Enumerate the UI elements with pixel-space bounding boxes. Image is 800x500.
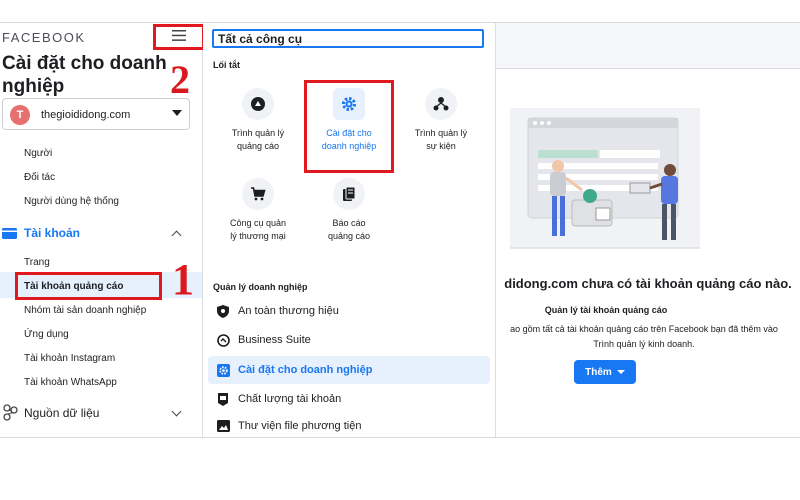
media-library-icon xyxy=(216,419,230,433)
sidebar-item-business-asset-groups[interactable]: Nhóm tài sản doanh nghiệp xyxy=(24,305,146,316)
no-ad-accounts-message: didong.com chưa có tài khoản quảng cáo n… xyxy=(504,276,792,291)
tool-label-line1: Công cụ quản xyxy=(229,218,287,228)
shield-icon xyxy=(216,304,230,318)
tool-label-line1: Trình quản lý xyxy=(231,128,285,138)
sidebar-item-people[interactable]: Người xyxy=(24,148,52,159)
tool-events-manager[interactable]: Trình quản lý sự kiện xyxy=(401,88,481,153)
reports-icon xyxy=(333,178,365,210)
tool-ads-reporting[interactable]: Báo cáo quảng cáo xyxy=(309,178,389,243)
shortcuts-heading: Lối tắt xyxy=(213,60,240,70)
add-button[interactable]: Thêm xyxy=(574,360,636,384)
sidebar-section-data-sources[interactable]: Nguồn dữ liệu xyxy=(24,406,99,420)
list-item-label: An toàn thương hiệu xyxy=(238,305,339,317)
annotation-number-2: 2 xyxy=(170,57,190,102)
caret-down-icon xyxy=(616,370,625,374)
tool-label-line2: quảng cáo xyxy=(236,141,280,151)
wallet-icon xyxy=(2,226,17,244)
events-manager-icon xyxy=(425,88,457,120)
list-item-label: Business Suite xyxy=(238,334,311,346)
sidebar-item-pages[interactable]: Trang xyxy=(24,257,50,268)
ad-accounts-subheading: Quản lý tài khoản quảng cáo xyxy=(544,305,668,315)
sidebar-item-system-users[interactable]: Người dùng hệ thống xyxy=(24,196,119,207)
sidebar-title: Cài đặt cho doanh nghiệp xyxy=(2,53,167,97)
sidebar-item-instagram-accounts[interactable]: Tài khoản Instagram xyxy=(24,353,115,364)
tool-label-line1: Báo cáo xyxy=(332,218,366,228)
tool-label-line2: lý thương mại xyxy=(230,231,286,241)
chevron-down-icon[interactable] xyxy=(172,110,182,116)
account-quality-icon xyxy=(216,392,230,406)
tool-commerce-manager[interactable]: Công cụ quản lý thương mại xyxy=(218,178,298,243)
frame-bottom-border xyxy=(0,437,800,438)
list-item-brand-safety[interactable]: An toàn thương hiệu xyxy=(208,297,490,325)
list-item-media-library[interactable]: Thư viện file phương tiện xyxy=(208,415,490,437)
hamburger-menu-button[interactable] xyxy=(153,24,205,50)
avatar: T xyxy=(10,105,30,125)
description-line2: Trình quản lý kinh doanh. xyxy=(593,339,695,349)
add-button-label: Thêm xyxy=(585,366,612,378)
list-item-label: Thư viện file phương tiện xyxy=(238,420,362,432)
facebook-logo: FACEBOOK xyxy=(2,30,86,45)
tool-label-line2: quảng cáo xyxy=(327,231,371,241)
ad-accounts-description: ao gồm tất cả tài khoản quảng cáo trên F… xyxy=(496,322,792,352)
list-item-business-settings[interactable]: Cài đặt cho doanh nghiệp xyxy=(208,356,490,384)
account-name: thegioididong.com xyxy=(41,109,131,121)
description-line1: ao gồm tất cả tài khoản quảng cáo trên F… xyxy=(510,324,778,334)
sidebar-item-partners[interactable]: Đối tác xyxy=(24,172,55,183)
list-item-label: Chất lượng tài khoản xyxy=(238,393,342,405)
gear-icon xyxy=(216,363,230,377)
no-ad-accounts-illustration xyxy=(510,108,700,263)
data-sources-icon xyxy=(2,404,19,426)
list-item-business-suite[interactable]: Business Suite xyxy=(208,326,490,354)
hamburger-icon xyxy=(172,28,186,46)
annotation-number-1: 1 xyxy=(172,255,194,304)
manage-business-heading: Quản lý doanh nghiệp xyxy=(213,282,308,292)
shopping-cart-icon xyxy=(242,178,274,210)
sidebar-section-accounts[interactable]: Tài khoản xyxy=(24,226,80,240)
tool-label-line2: sự kiện xyxy=(426,141,456,151)
ads-manager-icon xyxy=(242,88,274,120)
list-item-account-quality[interactable]: Chất lượng tài khoản xyxy=(208,385,490,413)
search-input[interactable]: Tất cả công cụ xyxy=(212,29,484,48)
annotation-box-3 xyxy=(304,80,394,173)
sidebar-item-whatsapp-accounts[interactable]: Tài khoản WhatsApp xyxy=(24,377,117,388)
tool-label-line1: Trình quản lý xyxy=(414,128,468,138)
main-header-bar xyxy=(496,23,800,69)
sidebar-item-apps[interactable]: Ứng dụng xyxy=(24,329,69,340)
business-suite-icon xyxy=(216,333,230,347)
list-item-label: Cài đặt cho doanh nghiệp xyxy=(238,364,373,376)
annotation-box-1 xyxy=(15,272,162,300)
tool-ads-manager[interactable]: Trình quản lý quảng cáo xyxy=(218,88,298,153)
